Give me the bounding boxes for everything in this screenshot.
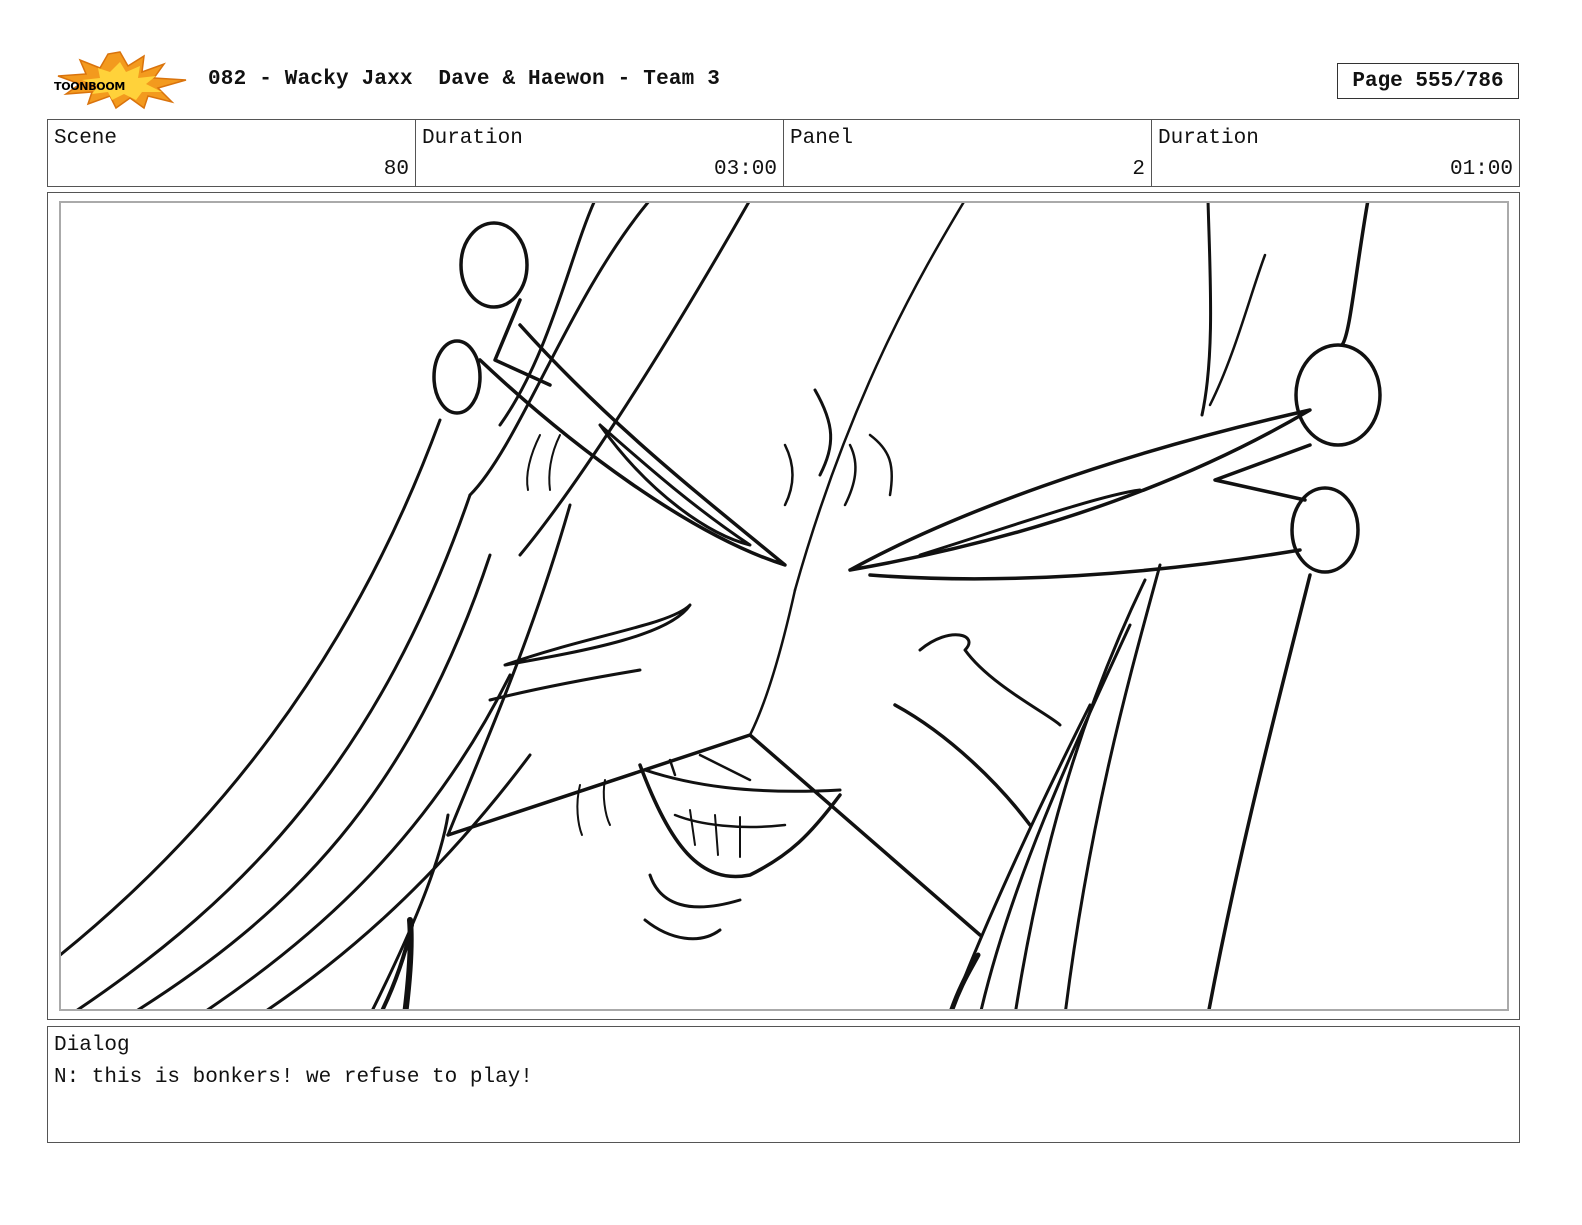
scene-label: Scene <box>54 127 118 150</box>
character-sketch-image <box>61 203 1382 1009</box>
dialog-label: Dialog <box>54 1034 130 1057</box>
panel-cell: Panel 2 <box>784 120 1152 186</box>
panel-value: 2 <box>1132 158 1145 181</box>
scene-duration-value: 03:00 <box>713 158 777 181</box>
scene-duration-label: Duration <box>422 127 523 150</box>
scene-cell: Scene 80 <box>48 120 416 186</box>
storyboard-panel <box>47 192 1520 1020</box>
scene-duration-cell: Duration 03:00 <box>416 120 784 186</box>
dialog-text: N: this is bonkers! we refuse to play! <box>54 1066 533 1089</box>
scene-value: 80 <box>383 158 409 181</box>
logo-wordmark: TOONBOOM <box>54 80 126 93</box>
storyboard-title: 082 - Wacky Jaxx Dave & Haewon - Team 3 <box>208 68 721 91</box>
page-number: Page 555/786 <box>1337 63 1519 99</box>
panel-duration-label: Duration <box>1158 127 1259 150</box>
dialog-box: Dialog N: this is bonkers! we refuse to … <box>47 1026 1520 1143</box>
toonboom-logo: TOONBOOM <box>52 50 188 110</box>
panel-duration-cell: Duration 01:00 <box>1152 120 1519 186</box>
panel-drawing-area <box>59 201 1509 1011</box>
panel-label: Panel <box>790 127 854 150</box>
panel-info-table: Scene 80 Duration 03:00 Panel 2 Duration… <box>47 119 1520 187</box>
panel-duration-value: 01:00 <box>1449 158 1513 181</box>
